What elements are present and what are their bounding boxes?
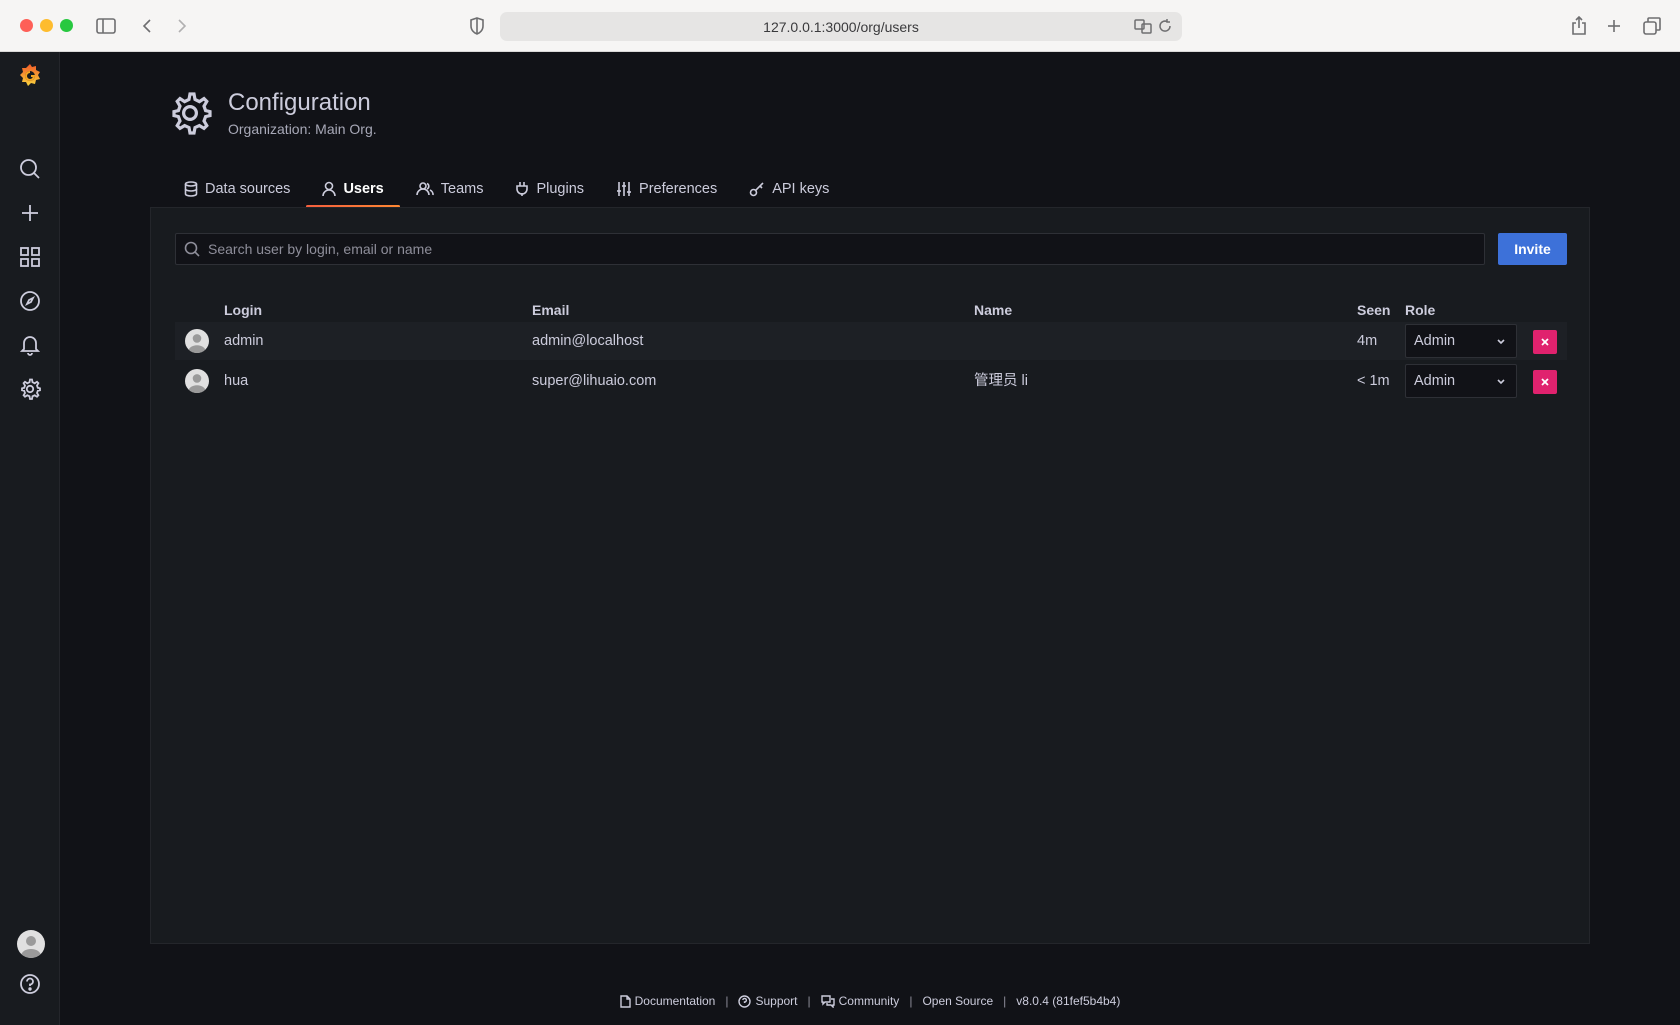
invite-button[interactable]: Invite [1498,233,1567,265]
role-select[interactable]: Admin [1405,324,1517,358]
translate-icon[interactable] [1134,18,1152,34]
search-input[interactable] [200,241,1484,257]
comments-icon [820,994,835,1008]
page-subtitle: Organization: Main Org. [228,121,377,137]
column-header-name: Name [974,302,1013,318]
remove-user-button[interactable] [1533,370,1557,394]
key-icon [749,182,764,197]
tab-data-sources[interactable]: Data sources [168,170,306,208]
remove-user-button[interactable] [1533,330,1557,354]
search-icon [184,241,200,257]
sliders-icon [617,182,632,196]
user-avatar[interactable] [17,930,45,958]
footer-documentation-link[interactable]: Documentation [619,994,715,1008]
role-select[interactable]: Admin [1405,364,1517,398]
chevron-down-icon [1497,339,1505,345]
config-tabs: Data sources Users Teams Plugins Prefere… [168,170,845,208]
document-icon [619,994,631,1008]
chevron-down-icon [1497,379,1505,385]
tab-users[interactable]: Users [306,170,401,208]
table-row: hua super@lihuaio.com 管理员 li < 1m Admin [175,362,1567,400]
tab-plugins[interactable]: Plugins [499,170,600,208]
page-title: Configuration [228,89,371,116]
user-avatar [185,329,209,353]
help-icon [738,994,752,1008]
tab-overview-icon[interactable] [1640,14,1664,38]
user-login[interactable]: admin [224,322,264,360]
user-email[interactable]: super@lihuaio.com [532,362,656,400]
tab-teams[interactable]: Teams [400,170,500,208]
footer-community-link[interactable]: Community [820,994,899,1008]
forward-icon[interactable] [170,14,194,38]
grafana-logo-icon[interactable] [16,62,44,90]
reload-icon[interactable] [1158,18,1172,34]
create-plus-icon[interactable] [16,199,44,227]
window-minimize-button[interactable] [40,19,53,32]
user-seen: 4m [1357,333,1378,349]
window-maximize-button[interactable] [60,19,73,32]
new-tab-icon[interactable] [1602,14,1626,38]
user-email[interactable]: admin@localhost [532,322,643,360]
user-icon [322,181,337,197]
dashboards-icon[interactable] [16,243,44,271]
table-row: admin admin@localhost 4m Admin [175,322,1567,360]
user-login[interactable]: hua [224,362,248,400]
user-name[interactable]: 管理员 li [974,362,1028,400]
nav-sidebar [0,52,60,1025]
users-panel: Invite Login Email Name Seen Role admin … [150,207,1590,944]
url-text: 127.0.0.1:3000/org/users [763,18,919,35]
sidebar-toggle-icon[interactable] [94,14,118,38]
column-header-login: Login [224,302,263,318]
user-avatar [185,369,209,393]
close-icon [1541,338,1549,346]
search-icon[interactable] [16,155,44,183]
column-header-email: Email [532,302,570,318]
column-header-seen: Seen [1357,302,1391,318]
explore-compass-icon[interactable] [16,287,44,315]
column-header-role: Role [1405,302,1436,318]
shield-icon[interactable] [465,14,489,38]
footer-version: v8.0.4 (81fef5b4b4) [1016,994,1121,1008]
database-icon [184,181,198,197]
configuration-gear-icon[interactable] [16,375,44,403]
footer-open-source-link[interactable]: Open Source [922,994,993,1008]
browser-toolbar: 127.0.0.1:3000/org/users [0,0,1680,52]
help-icon[interactable] [16,970,44,998]
footer-support-link[interactable]: Support [738,994,798,1008]
main-content: Configuration Organization: Main Org. Da… [60,52,1680,1025]
page-header: Configuration Organization: Main Org. [168,88,377,137]
search-box [175,233,1485,265]
footer: Documentation | Support | Community | Op… [60,994,1680,1008]
window-close-button[interactable] [20,19,33,32]
share-icon[interactable] [1567,14,1591,38]
close-icon [1541,378,1549,386]
user-seen: < 1m [1357,373,1390,389]
configuration-gear-icon [168,91,212,135]
alerting-bell-icon[interactable] [16,331,44,359]
tab-preferences[interactable]: Preferences [600,170,733,208]
plug-icon [516,182,529,196]
tab-api-keys[interactable]: API keys [733,170,845,208]
address-bar[interactable]: 127.0.0.1:3000/org/users [500,12,1182,41]
users-icon [415,182,434,196]
back-icon[interactable] [135,14,159,38]
